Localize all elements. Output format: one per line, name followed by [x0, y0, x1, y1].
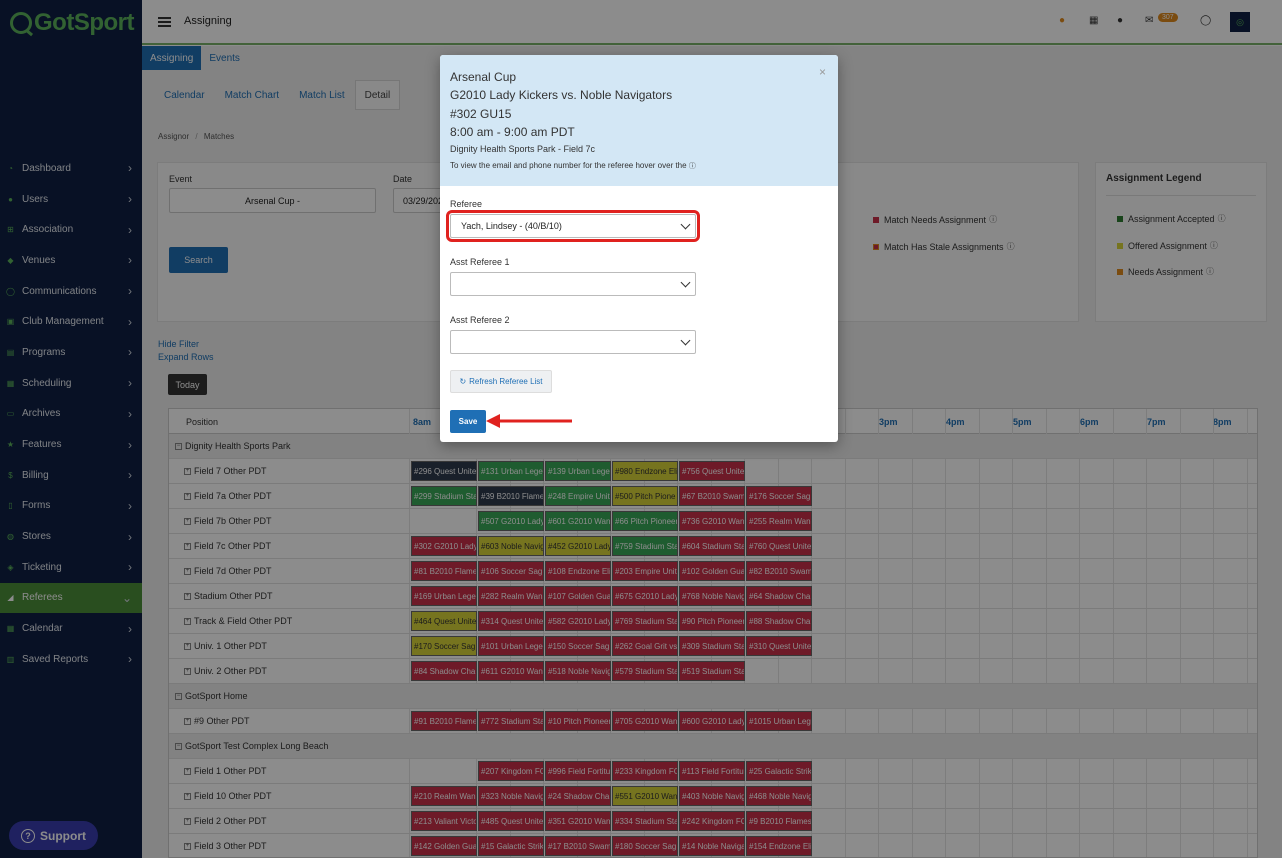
modal-game-number: #302 GU15	[450, 107, 512, 121]
annotation-arrow	[486, 414, 572, 428]
refresh-label: Refresh Referee List	[469, 377, 543, 386]
modal-event-name: Arsenal Cup	[450, 70, 517, 84]
modal-match-time: 8:00 am - 9:00 am PDT	[450, 125, 575, 139]
chevron-down-icon	[680, 277, 691, 288]
modal-venue: Dignity Health Sports Park - Field 7c	[450, 144, 596, 154]
referee-select[interactable]: Yach, Lindsey - (40/B/10)	[446, 210, 700, 242]
asst-referee-2-label: Asst Referee 2	[450, 315, 510, 325]
chevron-down-icon	[680, 335, 691, 346]
asst-referee-1-label: Asst Referee 1	[450, 257, 510, 267]
modal-hint-text: To view the email and phone number for t…	[450, 161, 687, 170]
assign-referee-modal: Arsenal Cup G2010 Lady Kickers vs. Noble…	[440, 55, 838, 442]
refresh-icon: ↻	[459, 377, 467, 386]
save-button[interactable]: Save	[450, 410, 486, 433]
asst-referee-2-select[interactable]	[450, 330, 696, 354]
referee-select-value: Yach, Lindsey - (40/B/10)	[461, 221, 562, 231]
modal-hint: To view the email and phone number for t…	[450, 161, 696, 171]
modal-header: Arsenal Cup G2010 Lady Kickers vs. Noble…	[440, 55, 838, 186]
referee-label: Referee	[450, 199, 483, 209]
chevron-down-icon	[680, 219, 691, 230]
asst-referee-1-select[interactable]	[450, 272, 696, 296]
close-icon[interactable]: ×	[819, 65, 826, 79]
modal-match-name: G2010 Lady Kickers vs. Noble Navigators	[450, 88, 673, 102]
refresh-referee-list-button[interactable]: ↻ Refresh Referee List	[450, 370, 552, 393]
info-icon: ⓘ	[688, 163, 696, 170]
